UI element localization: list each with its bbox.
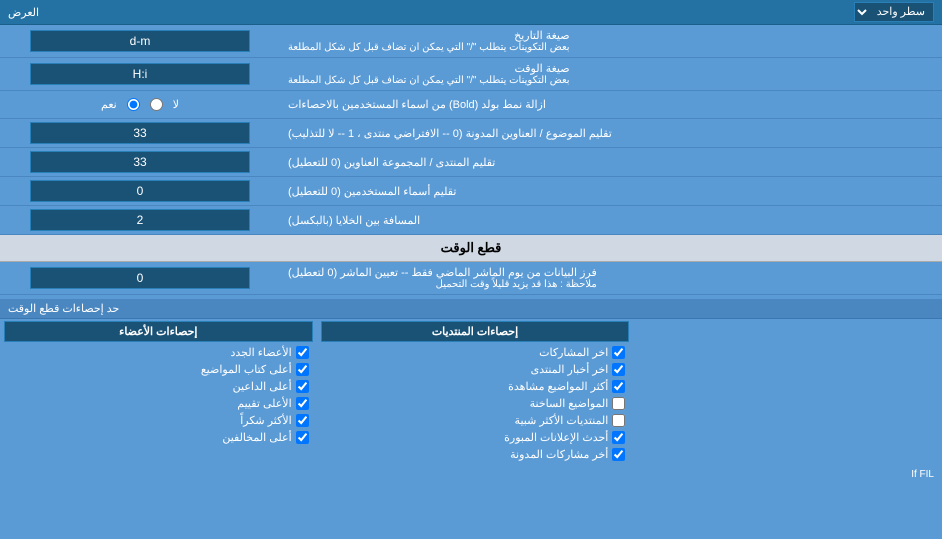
date-format-input-cell [0, 25, 280, 57]
stats-item-2: اخر أخبار المنتدى [321, 361, 630, 378]
stats-member-checkbox-4[interactable] [296, 397, 309, 410]
stats-section: حد إحصاءات قطع الوقت إحصاءات المنتديات ا… [0, 295, 942, 488]
stats-member-item-3: أعلى الداعين [4, 378, 313, 395]
stats-item-4: المواضيع الساخنة [321, 395, 630, 412]
stats-label-1: اخر المشاركات [539, 346, 608, 359]
topbar-left[interactable]: سطر واحد سطرين ثلاثة أسطر [854, 2, 934, 22]
stats-col-forums: إحصاءات المنتديات اخر المشاركات اخر أخبا… [317, 319, 634, 465]
stats-item-3: أكثر المواضيع مشاهدة [321, 378, 630, 395]
stats-label-5: المنتديات الأكثر شبية [515, 414, 609, 427]
bold-yes-radio[interactable] [127, 98, 140, 111]
usernames-input[interactable] [30, 180, 250, 202]
stats-item-1: اخر المشاركات [321, 344, 630, 361]
bottom-text: If FIL [911, 469, 934, 480]
no-label: لا [173, 98, 179, 111]
stats-checkbox-1[interactable] [612, 346, 625, 359]
realtime-row: فرز البيانات من يوم الماشر الماضي فقط --… [0, 262, 942, 295]
stats-col-members-header: إحصاءات الأعضاء [4, 321, 313, 342]
topbar: سطر واحد سطرين ثلاثة أسطر العرض [0, 0, 942, 25]
forum-title-label: تقليم المنتدى / المجموعة العناوين (0 للت… [280, 148, 942, 176]
date-format-input[interactable] [30, 30, 250, 52]
time-format-input-cell [0, 58, 280, 90]
time-format-row: صيغة الوقت بعض التكوينات يتطلب "/" التي … [0, 58, 942, 91]
cell-spacing-label: المسافة بين الخلايا (بالبكسل) [280, 206, 942, 234]
cell-spacing-input-cell [0, 206, 280, 234]
date-format-label: صيغة التاريخ بعض التكوينات يتطلب "/" الت… [280, 25, 942, 57]
topic-title-input-cell [0, 119, 280, 147]
usernames-row: تقليم أسماء المستخدمين (0 للتعطيل) [0, 177, 942, 206]
stats-member-label-5: الأكثر شكراً [240, 414, 291, 427]
limit-row: حد إحصاءات قطع الوقت [0, 299, 942, 319]
time-format-label: صيغة الوقت بعض التكوينات يتطلب "/" التي … [280, 58, 942, 90]
stats-member-item-4: الأعلى تقييم [4, 395, 313, 412]
bold-remove-label: ازالة نمط بولد (Bold) من اسماء المستخدمي… [280, 91, 942, 118]
topic-title-input[interactable] [30, 122, 250, 144]
usernames-input-cell [0, 177, 280, 205]
date-format-row: صيغة التاريخ بعض التكوينات يتطلب "/" الت… [0, 25, 942, 58]
cell-spacing-input[interactable] [30, 209, 250, 231]
stats-col-members: إحصاءات الأعضاء الأعضاء الجدد أعلى كتاب … [0, 319, 317, 465]
stats-member-item-1: الأعضاء الجدد [4, 344, 313, 361]
stats-member-item-6: أعلى المخالفين [4, 429, 313, 446]
usernames-label: تقليم أسماء المستخدمين (0 للتعطيل) [280, 177, 942, 205]
stats-label-6: أحدث الإعلانات المبورة [504, 431, 608, 444]
view-select[interactable]: سطر واحد سطرين ثلاثة أسطر [854, 2, 934, 22]
stats-item-5: المنتديات الأكثر شبية [321, 412, 630, 429]
stats-columns: إحصاءات المنتديات اخر المشاركات اخر أخبا… [0, 319, 942, 465]
stats-member-label-3: أعلى الداعين [233, 380, 292, 393]
bold-remove-options: لا نعم [0, 91, 280, 118]
stats-checkbox-4[interactable] [612, 397, 625, 410]
stats-label-3: أكثر المواضيع مشاهدة [508, 380, 608, 393]
yes-label: نعم [101, 98, 117, 111]
stats-item-7: أخر مشاركات المدونة [321, 446, 630, 463]
bold-remove-row: ازالة نمط بولد (Bold) من اسماء المستخدمي… [0, 91, 942, 119]
stats-member-checkbox-1[interactable] [296, 346, 309, 359]
stats-member-checkbox-6[interactable] [296, 431, 309, 444]
stats-member-item-2: أعلى كتاب المواضيع [4, 361, 313, 378]
stats-label-7: أخر مشاركات المدونة [510, 448, 608, 461]
bottom-text-row: If FIL [0, 465, 942, 484]
stats-member-checkbox-2[interactable] [296, 363, 309, 376]
bold-no-radio[interactable] [150, 98, 163, 111]
realtime-input[interactable] [30, 267, 250, 289]
stats-member-label-2: أعلى كتاب المواضيع [201, 363, 292, 376]
topic-title-label: تقليم الموضوع / العناوين المدونة (0 -- ا… [280, 119, 942, 147]
forum-title-input[interactable] [30, 151, 250, 173]
topbar-right-label: العرض [8, 6, 39, 19]
topic-title-row: تقليم الموضوع / العناوين المدونة (0 -- ا… [0, 119, 942, 148]
stats-label-4: المواضيع الساخنة [530, 397, 609, 410]
realtime-input-cell [0, 262, 280, 294]
forum-title-row: تقليم المنتدى / المجموعة العناوين (0 للت… [0, 148, 942, 177]
limit-label: حد إحصاءات قطع الوقت [8, 302, 119, 315]
stats-member-label-1: الأعضاء الجدد [230, 346, 291, 359]
stats-right-space [633, 319, 942, 465]
realtime-section-header: قطع الوقت [0, 235, 942, 262]
stats-checkbox-2[interactable] [612, 363, 625, 376]
stats-member-checkbox-5[interactable] [296, 414, 309, 427]
stats-checkbox-3[interactable] [612, 380, 625, 393]
stats-item-6: أحدث الإعلانات المبورة [321, 429, 630, 446]
forum-title-input-cell [0, 148, 280, 176]
stats-member-label-4: الأعلى تقييم [237, 397, 291, 410]
stats-member-label-6: أعلى المخالفين [222, 431, 291, 444]
stats-member-item-5: الأكثر شكراً [4, 412, 313, 429]
stats-checkbox-5[interactable] [612, 414, 625, 427]
realtime-label: فرز البيانات من يوم الماشر الماضي فقط --… [280, 262, 942, 294]
stats-member-checkbox-3[interactable] [296, 380, 309, 393]
stats-col-forums-header: إحصاءات المنتديات [321, 321, 630, 342]
stats-checkbox-7[interactable] [612, 448, 625, 461]
time-format-input[interactable] [30, 63, 250, 85]
stats-checkbox-6[interactable] [612, 431, 625, 444]
stats-label-2: اخر أخبار المنتدى [531, 363, 609, 376]
cell-spacing-row: المسافة بين الخلايا (بالبكسل) [0, 206, 942, 235]
